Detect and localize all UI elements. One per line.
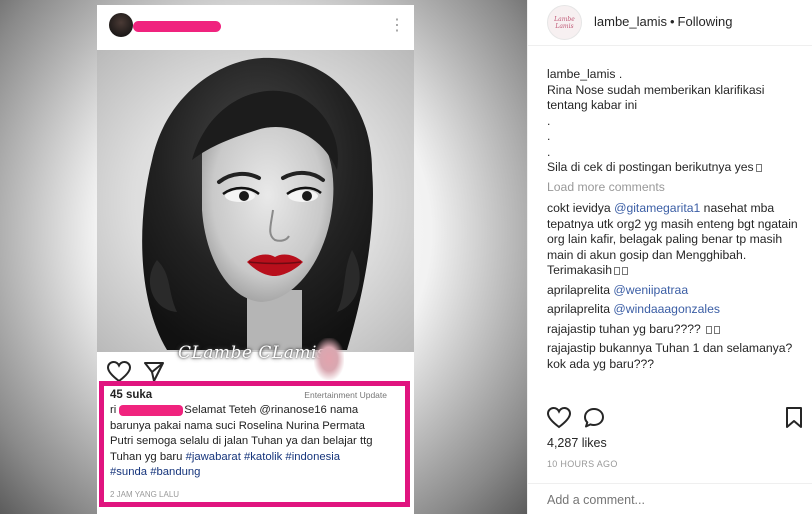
caption-hashtags-2: #sunda #bandung xyxy=(110,466,201,479)
username-link[interactable]: lambe_lamis xyxy=(594,14,667,29)
caption-line-2: tentang kabar ini xyxy=(547,98,638,112)
caption-line4: Tuhan yg baru xyxy=(110,450,186,463)
caption-dot-1: . xyxy=(547,113,551,128)
comment: rajajastip bukannya Tuhan 1 dan selamany… xyxy=(547,341,799,372)
profile-avatar[interactable]: Lambe Lamis xyxy=(547,5,582,40)
comment: aprilaprelita @windaaagonzales xyxy=(547,302,799,318)
watermark-lips xyxy=(314,338,344,380)
heart-icon[interactable] xyxy=(547,407,571,429)
emoji-icon xyxy=(755,164,762,172)
caption-line3: Putri semoga selalu di jalan Tuhan ya da… xyxy=(110,435,373,448)
watermark: CLambe CLamis xyxy=(178,343,327,363)
comment: rajajastip tuhan yg baru???? xyxy=(547,322,799,338)
screenshot-timestamp: 2 JAM YANG LALU xyxy=(110,490,180,499)
caption-line-1: Rina Nose sudah memberikan klarifikasi xyxy=(547,82,765,97)
caption-hashtags-1: #jawabarat #katolik #indonesia xyxy=(185,450,341,463)
post-timestamp: 10 HOURS AGO xyxy=(547,459,618,469)
comments-list: lambe_lamis . Rina Nose sudah memberikan… xyxy=(547,67,799,376)
caption-dot: . xyxy=(618,67,623,81)
emoji-icon xyxy=(614,267,621,275)
header-separator: • xyxy=(669,14,675,29)
action-bar xyxy=(528,404,812,432)
caption-line1: Selamat Teteh @rinanose16 nama xyxy=(184,404,359,416)
add-comment-input[interactable] xyxy=(547,493,787,507)
emoji-icon xyxy=(622,267,629,275)
heart-icon xyxy=(107,361,131,383)
comment-mention[interactable]: @windaaagonzales xyxy=(613,302,720,316)
emoji-icon xyxy=(706,325,713,334)
caption-line-3: Sila di cek di postingan berikutnya yes xyxy=(547,160,754,174)
comment-text: tuhan yg baru???? xyxy=(595,321,705,336)
post-photo: ⋮ CLambe CLamis 45 suka Entertainment Up… xyxy=(0,0,527,514)
redacted-caption-user xyxy=(119,405,183,416)
share-icon xyxy=(144,362,164,382)
load-more-comments-button[interactable]: Load more comments xyxy=(547,180,799,196)
post-header-text: lambe_lamis • Following xyxy=(594,14,732,29)
bookmark-icon[interactable] xyxy=(785,407,803,429)
comment-username[interactable]: aprilaprelita xyxy=(547,283,610,297)
caption-username[interactable]: lambe_lamis xyxy=(547,67,615,81)
post-caption: lambe_lamis . Rina Nose sudah memberikan… xyxy=(547,67,799,176)
portrait-image xyxy=(97,50,414,352)
redacted-username xyxy=(133,21,221,32)
comment-mention[interactable]: @gitamegarita1 xyxy=(614,201,700,215)
screenshot-likes: 45 suka xyxy=(110,389,153,401)
likes-count[interactable]: 4,287 likes xyxy=(547,436,607,450)
caption-user-fragment: ri xyxy=(110,404,117,416)
comment-bar xyxy=(528,483,812,514)
comment-mention[interactable]: @weniipatraa xyxy=(613,283,688,297)
comment-username[interactable]: rajajastip xyxy=(547,322,596,336)
comment-username[interactable]: cokt ievidya xyxy=(547,201,611,215)
highlighted-caption: 45 suka Entertainment Update ri Selamat T… xyxy=(99,381,410,507)
screenshot-tag: Entertainment Update xyxy=(304,390,387,400)
comment-username[interactable]: rajajastip xyxy=(547,341,596,355)
caption-dot-3: . xyxy=(547,144,551,159)
more-icon: ⋮ xyxy=(389,17,405,34)
caption-line2: barunya pakai nama suci Roselina Nurina … xyxy=(110,419,365,432)
caption-dot-2: . xyxy=(547,129,551,143)
screenshot-header: ⋮ xyxy=(97,5,414,49)
emoji-icon xyxy=(714,325,721,334)
screenshot-avatar xyxy=(109,13,133,37)
comment: cokt ievidya @gitamegarita1 nasehat mba … xyxy=(547,201,799,279)
avatar-logo-text: Lambe Lamis xyxy=(554,15,575,30)
post-sidebar: Lambe Lamis lambe_lamis • Following lambe_… xyxy=(528,0,812,514)
following-button[interactable]: Following xyxy=(678,14,733,29)
comment-icon[interactable] xyxy=(583,407,605,429)
post-header: Lambe Lamis lambe_lamis • Following xyxy=(528,0,812,46)
portrait-drawing xyxy=(142,57,373,351)
comment-username[interactable]: aprilaprelita xyxy=(547,302,610,316)
comment: aprilaprelita @weniipatraa xyxy=(547,283,799,299)
